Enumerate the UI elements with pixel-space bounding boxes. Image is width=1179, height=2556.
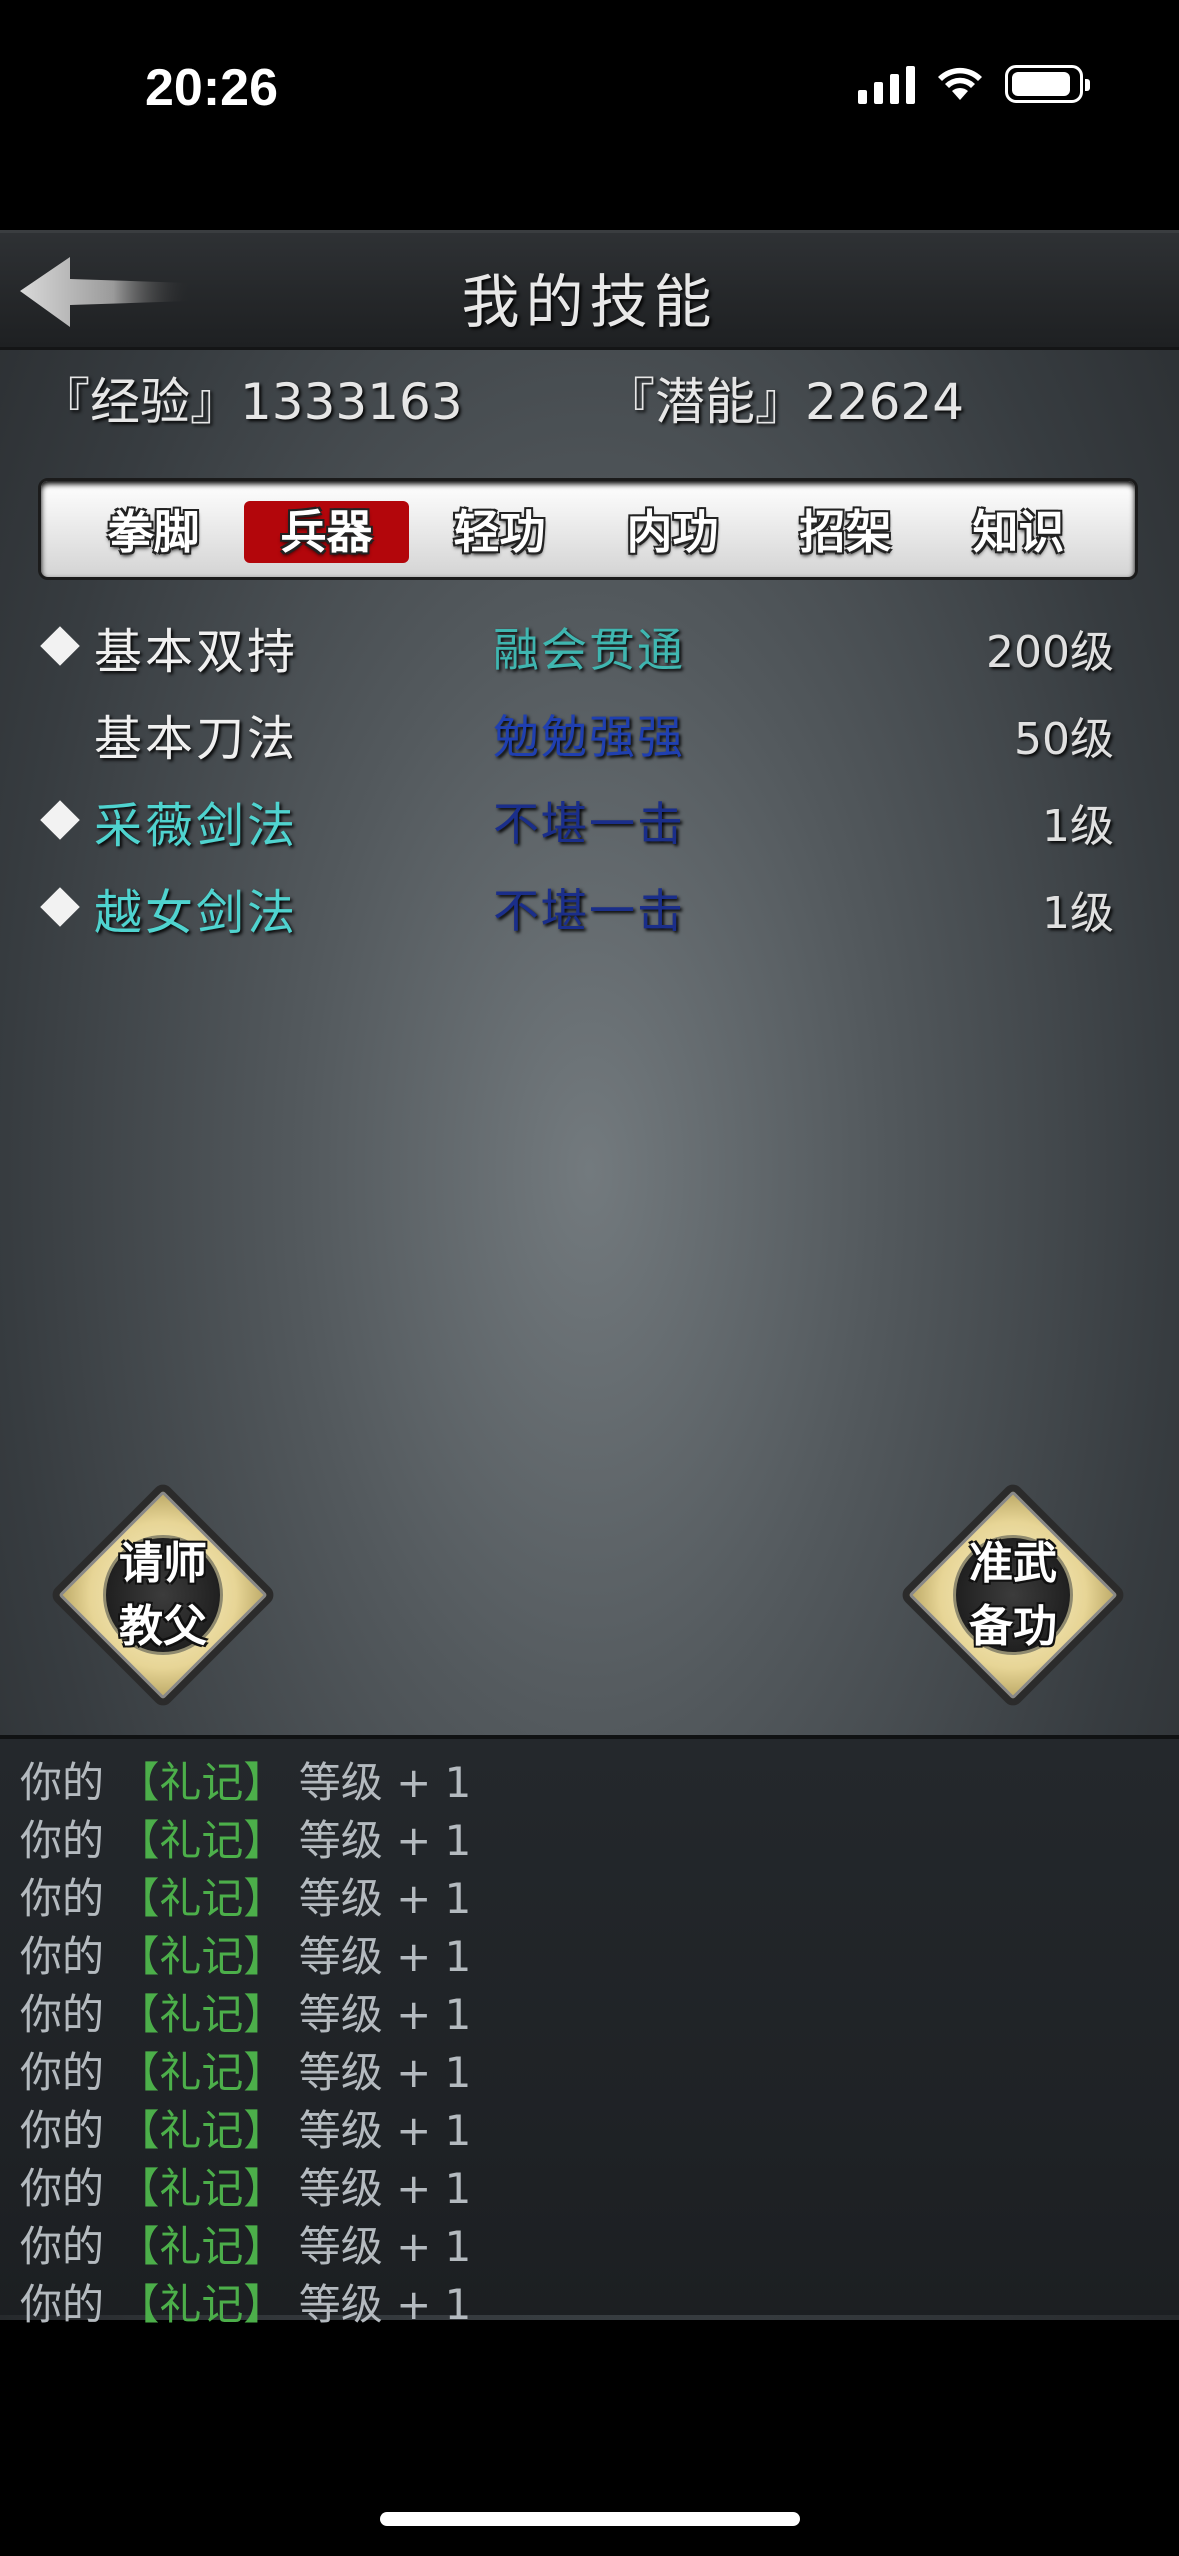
log-line: 你的 【礼记】 等级 + 1 — [20, 2280, 472, 2329]
cellular-signal-icon — [858, 64, 915, 104]
skill-level: 1级 — [1042, 801, 1114, 852]
page-title: 我的技能 — [461, 268, 718, 336]
potential-value: 『潜能』22624 — [605, 373, 965, 431]
message-log[interactable]: 你的 【礼记】 等级 + 1 你的 【礼记】 等级 + 1 你的 【礼记】 等级… — [0, 1735, 1179, 2329]
skill-row[interactable]: 基本刀法 勉勉强强 50级 — [38, 689, 1138, 776]
skill-row[interactable]: 越女剑法 不堪一击 1级 — [38, 863, 1138, 950]
skill-row[interactable]: 采薇剑法 不堪一击 1级 — [38, 776, 1138, 863]
tab-quanjiao[interactable]: 拳脚 — [71, 501, 236, 563]
log-line: 你的 【礼记】 等级 + 1 — [20, 1932, 472, 1981]
status-icons — [858, 64, 1090, 104]
log-line: 你的 【礼记】 等级 + 1 — [20, 2106, 472, 2155]
ask-teacher-button[interactable]: 请师 教父 — [48, 1480, 278, 1710]
status-time: 20:26 — [145, 59, 278, 117]
log-line: 你的 【礼记】 等级 + 1 — [20, 2164, 472, 2213]
log-line: 你的 【礼记】 等级 + 1 — [20, 1990, 472, 2039]
equipped-diamond-icon — [40, 800, 80, 840]
tab-zhaojia[interactable]: 招架 — [763, 501, 928, 563]
skill-list: 基本双持 融会贯通 200级 基本刀法 勉勉强强 50级 采薇剑法 不堪一击 1… — [38, 602, 1138, 950]
log-line: 你的 【礼记】 等级 + 1 — [20, 2048, 472, 2097]
tab-neigong[interactable]: 内功 — [590, 501, 755, 563]
tab-bingqi[interactable]: 兵器 — [244, 501, 409, 563]
wifi-icon — [938, 67, 982, 100]
skill-rank: 勉勉强强 — [493, 710, 685, 764]
button-label-line1: 请师 — [119, 1538, 207, 1589]
skill-name: 基本双持 — [94, 624, 299, 680]
battery-icon — [1005, 65, 1090, 103]
equipped-diamond-icon — [40, 626, 80, 666]
home-indicator[interactable] — [380, 2512, 800, 2526]
skill-category-tabs: 拳脚 兵器 轻功 内功 招架 知识 — [38, 478, 1138, 580]
log-line: 你的 【礼记】 等级 + 1 — [20, 2222, 472, 2271]
skill-level: 1级 — [1042, 888, 1114, 939]
equipped-diamond-icon — [40, 887, 80, 927]
skills-screen: 我的技能 『经验』1333163 『潜能』22624 拳脚 兵器 轻功 内功 招… — [0, 230, 1179, 2329]
skill-rank: 融会贯通 — [493, 623, 685, 677]
button-label-line2: 备功 — [969, 1601, 1057, 1652]
log-line: 你的 【礼记】 等级 + 1 — [20, 1758, 472, 1807]
skill-level: 200级 — [986, 627, 1114, 678]
tab-qinggong[interactable]: 轻功 — [417, 501, 582, 563]
title-bar: 我的技能 — [0, 230, 1179, 350]
skill-name: 基本刀法 — [94, 711, 299, 767]
stats-row: 『经验』1333163 『潜能』22624 — [0, 362, 1179, 442]
tab-zhishi[interactable]: 知识 — [936, 501, 1101, 563]
skill-rank: 不堪一击 — [493, 884, 685, 938]
experience-value: 『经验』1333163 — [40, 373, 463, 431]
skill-name: 越女剑法 — [94, 885, 299, 941]
status-bar: 20:26 — [0, 0, 1179, 180]
log-line: 你的 【礼记】 等级 + 1 — [20, 1816, 472, 1865]
skill-row[interactable]: 基本双持 融会贯通 200级 — [38, 602, 1138, 689]
log-line: 你的 【礼记】 等级 + 1 — [20, 1874, 472, 1923]
skill-name: 采薇剑法 — [94, 798, 299, 854]
prepare-skills-button[interactable]: 准武 备功 — [898, 1480, 1128, 1710]
button-label-line1: 准武 — [969, 1538, 1057, 1589]
skill-rank: 不堪一击 — [493, 797, 685, 851]
skill-level: 50级 — [1014, 714, 1114, 765]
button-label-line2: 教父 — [119, 1601, 207, 1652]
